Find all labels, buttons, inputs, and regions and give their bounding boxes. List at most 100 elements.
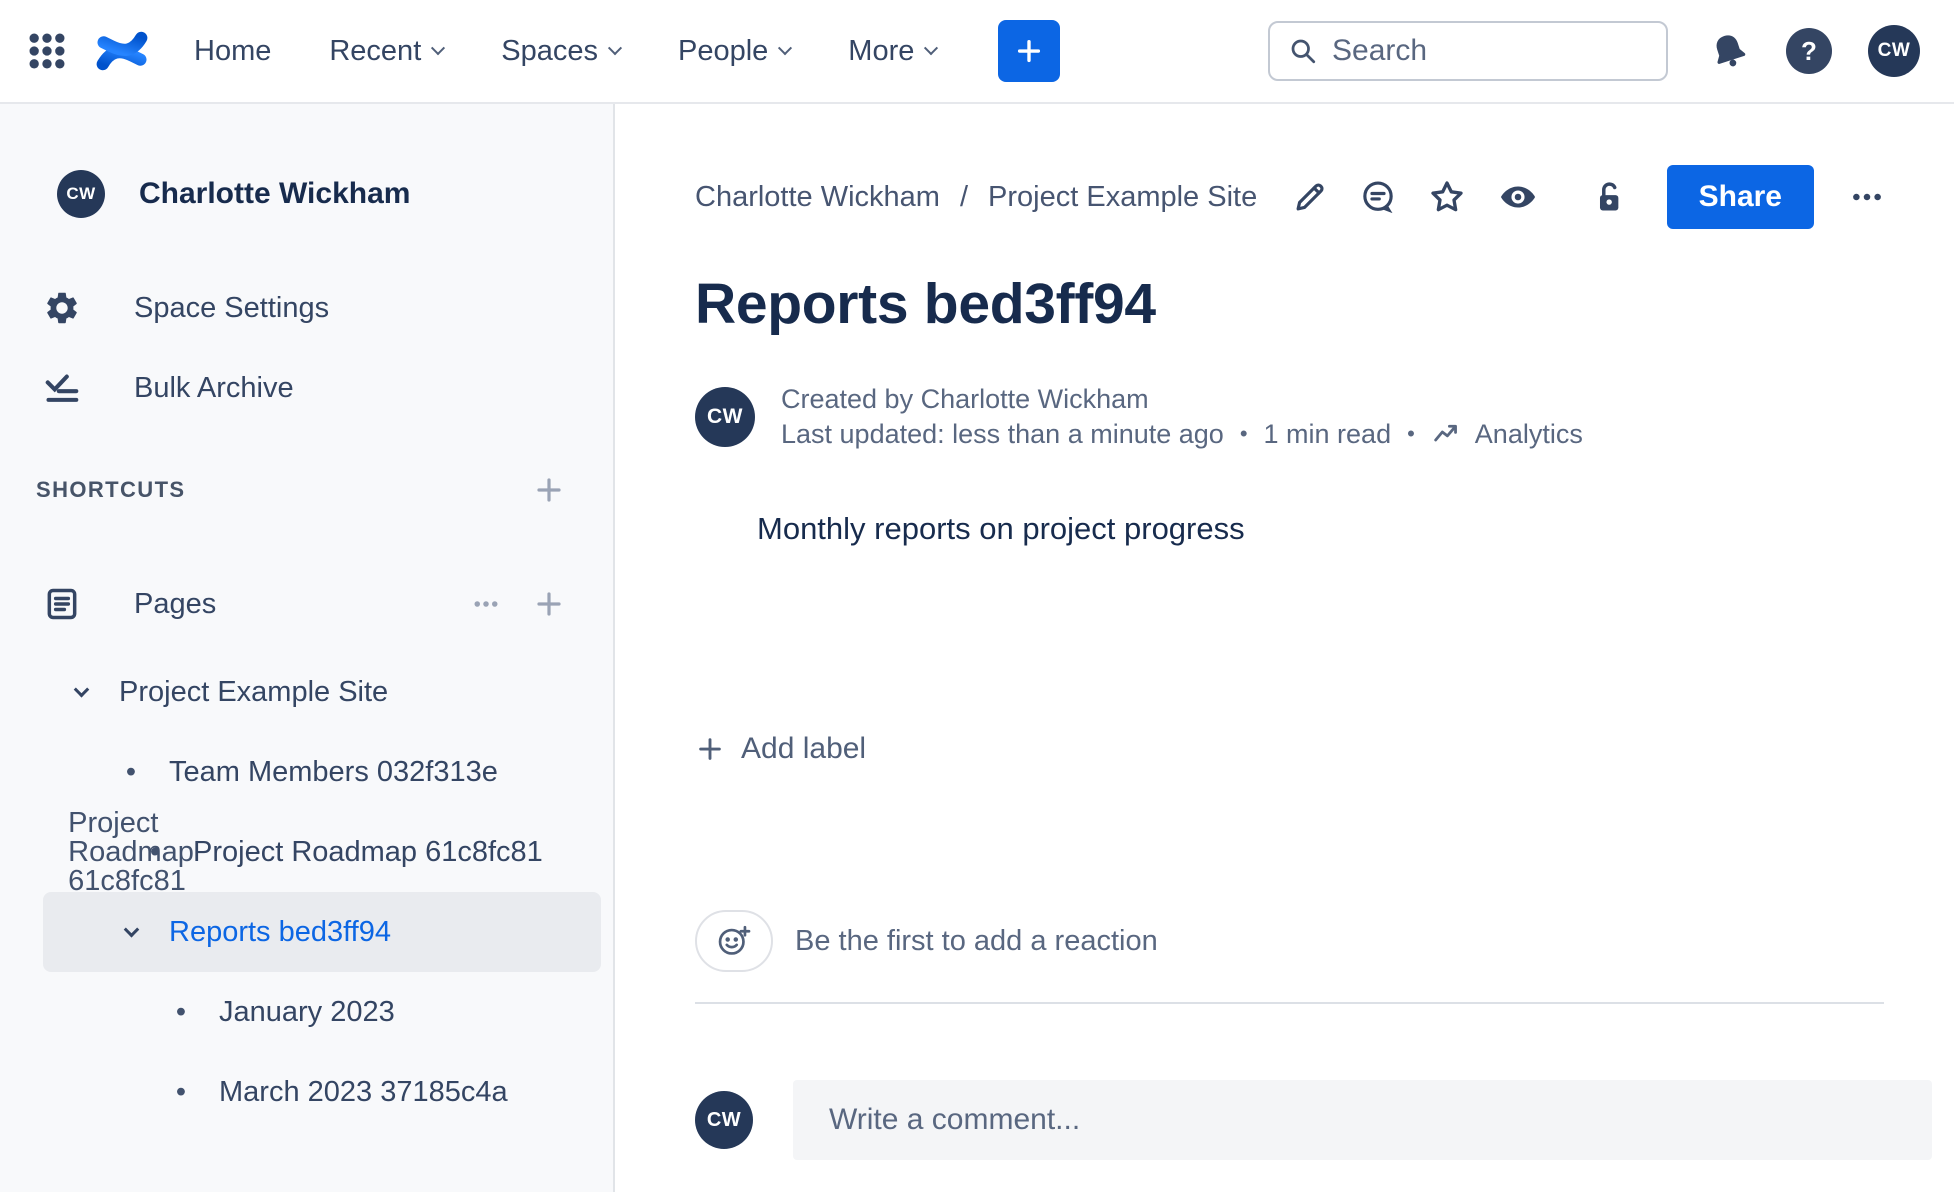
add-reaction-button[interactable] [695, 910, 773, 972]
gear-icon [40, 289, 84, 327]
tree-item-team-members[interactable]: • Team Members 032f313e [43, 732, 601, 812]
restrictions-button[interactable] [1587, 178, 1625, 216]
question-mark-icon: ? [1801, 35, 1817, 66]
confluence-logo[interactable] [94, 23, 150, 79]
add-page-button[interactable] [533, 588, 565, 620]
nav-more-label: More [848, 34, 915, 67]
breadcrumb-separator: / [959, 180, 969, 213]
help-button[interactable]: ? [1786, 28, 1832, 74]
tree-item-label: March 2023 37185c4a [219, 1075, 508, 1108]
nav-home-label: Home [194, 34, 272, 67]
add-shortcut-button[interactable] [533, 474, 565, 506]
pages-more-button[interactable] [471, 589, 501, 619]
page-more-button[interactable] [1850, 180, 1884, 214]
notifications-button[interactable] [1708, 30, 1750, 72]
share-button[interactable]: Share [1666, 165, 1814, 229]
shortcuts-header-label: SHORTCUTS [36, 477, 186, 502]
sidebar-item-label: Space Settings [134, 291, 330, 324]
favorite-button[interactable] [1427, 177, 1467, 217]
search-box[interactable] [1268, 21, 1668, 81]
confluence-logo-icon [96, 31, 148, 71]
create-button[interactable] [998, 20, 1061, 82]
smiley-add-icon [718, 925, 751, 955]
primary-nav: Home Recent Spaces People More [194, 35, 994, 68]
last-updated-text[interactable]: Last updated: less than a minute ago [781, 416, 1224, 452]
pages-icon [40, 585, 84, 623]
space-sidebar: CW Charlotte Wickham Space Settings Bulk… [0, 104, 615, 1192]
page-actions: Share [1261, 165, 1884, 229]
breadcrumb-space[interactable]: Charlotte Wickham [695, 181, 940, 214]
search-icon [1291, 39, 1316, 64]
analytics-chart-icon [1434, 424, 1457, 442]
unlock-icon [1599, 182, 1618, 211]
app-switcher-button[interactable] [26, 30, 68, 72]
tree-item-label: January 2023 [219, 995, 395, 1028]
nav-recent-label: Recent [329, 34, 422, 67]
nav-spaces-label: Spaces [501, 34, 598, 67]
tree-item-reports-selected[interactable]: Reports bed3ff94 [43, 892, 601, 972]
tree-item-march-2023[interactable]: • March 2023 37185c4a [43, 1052, 601, 1132]
breadcrumb-parent-page[interactable]: Project Example Site [988, 181, 1257, 214]
chevron-down-icon[interactable] [69, 681, 93, 698]
space-name: Charlotte Wickham [139, 177, 411, 210]
space-header[interactable]: CW Charlotte Wickham [0, 166, 613, 222]
created-by-text: Created by Charlotte Wickham [781, 384, 1149, 414]
plus-icon [1018, 39, 1041, 63]
tree-item-january-2023[interactable]: • January 2023 [43, 972, 601, 1052]
shortcuts-section-header: SHORTCUTS [0, 458, 613, 522]
add-label-text: Add label [741, 732, 867, 765]
bell-icon [1716, 35, 1746, 67]
top-navigation-bar: Home Recent Spaces People More Search ? … [0, 0, 1954, 104]
sidebar-item-space-settings[interactable]: Space Settings [0, 268, 613, 348]
page-body-text: Monthly reports on project progress [757, 511, 1245, 546]
nav-recent[interactable]: Recent [329, 34, 446, 68]
bullet-icon: • [175, 1075, 187, 1108]
nav-people-label: People [677, 34, 769, 67]
sidebar-item-bulk-archive[interactable]: Bulk Archive [0, 348, 613, 428]
star-icon [1430, 181, 1463, 212]
page-content: Charlotte Wickham / Project Example Site [615, 104, 1954, 1192]
analytics-label: Analytics [1474, 419, 1583, 449]
space-avatar: CW [57, 170, 105, 218]
tree-item-project-example-site[interactable]: Project Example Site [43, 652, 601, 732]
comment-input[interactable] [793, 1080, 1932, 1160]
sidebar-item-label: Bulk Archive [134, 371, 294, 404]
tree-item-project-roadmap[interactable]: Project Roadmap 61c8fc81 • Project Roadm… [43, 808, 601, 895]
commenter-avatar: CW [695, 1091, 753, 1149]
nav-people[interactable]: People [677, 34, 793, 68]
add-label-button[interactable]: Add label [695, 726, 866, 772]
pages-header-label: Pages [134, 587, 217, 620]
chevron-down-icon [431, 41, 446, 56]
tree-item-label: Team Members 032f313e [169, 755, 498, 788]
page-tree: Project Example Site • Team Members 032f… [0, 652, 613, 1132]
comment-icon [1362, 181, 1393, 214]
nav-more[interactable]: More [848, 34, 939, 68]
eye-icon [1500, 186, 1535, 208]
reaction-row: Be the first to add a reaction [695, 910, 1884, 972]
analytics-link[interactable]: Analytics [1431, 416, 1583, 452]
bullet-icon: • [175, 995, 187, 1028]
chevron-down-icon [924, 41, 939, 56]
page-title: Reports bed3ff94 [695, 272, 1156, 336]
comments-divider [695, 1002, 1884, 1004]
search-input[interactable] [1332, 34, 1648, 68]
user-avatar[interactable]: CW [1868, 25, 1920, 77]
tree-item-label: Project Roadmap 61c8fc81 [193, 835, 543, 868]
sidebar-pages-header[interactable]: Pages [0, 564, 613, 644]
edit-button[interactable] [1291, 178, 1329, 216]
ellipsis-icon [474, 601, 498, 607]
nav-home[interactable]: Home [194, 35, 271, 68]
comment-button[interactable] [1359, 178, 1397, 216]
bullet-icon: Project Roadmap 61c8fc81 [68, 806, 194, 897]
chevron-down-icon [607, 41, 623, 56]
bullet-icon: • [149, 835, 161, 868]
app-grid-icon [29, 33, 65, 69]
pencil-icon [1296, 183, 1324, 211]
author-avatar[interactable]: CW [695, 387, 755, 447]
watch-button[interactable] [1497, 176, 1539, 218]
tree-item-label: Project Example Site [119, 675, 389, 708]
nav-spaces[interactable]: Spaces [501, 34, 623, 68]
chevron-down-icon[interactable] [119, 921, 143, 938]
read-time-text: 1 min read [1263, 419, 1392, 449]
reaction-placeholder-text: Be the first to add a reaction [795, 924, 1158, 957]
